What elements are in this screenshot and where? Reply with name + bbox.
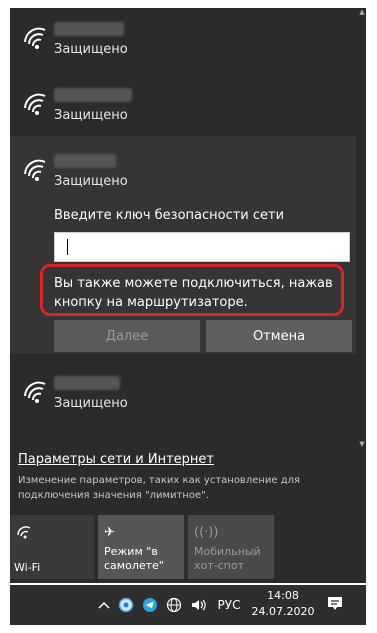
network-item[interactable]: Защищено <box>10 22 356 66</box>
text-caret <box>67 239 68 255</box>
airplane-icon: ✈ <box>104 525 115 540</box>
wifi-toggle-tile[interactable]: Wi-Fi <box>10 515 94 579</box>
network-item-expanded: Защищено Введите ключ безопасности сети … <box>10 136 356 354</box>
security-key-label: Введите ключ безопасности сети <box>54 208 285 223</box>
clock-date: 24.07.2020 <box>251 605 315 618</box>
network-status: Защищено <box>54 396 128 411</box>
airplane-tile-label: Режим "в самолете" <box>104 545 164 572</box>
clock[interactable]: 14:08 24.07.2020 <box>248 588 318 620</box>
wifi-tile-label: Wi-Fi <box>14 561 41 574</box>
network-item-header[interactable]: Защищено <box>10 154 356 198</box>
network-name-redacted <box>54 154 116 168</box>
cancel-button[interactable]: Отмена <box>206 320 352 352</box>
network-status: Защищено <box>54 108 128 123</box>
network-item[interactable]: Защищено <box>10 88 356 132</box>
network-item[interactable]: Защищено <box>10 376 356 420</box>
globe-icon[interactable] <box>164 585 184 625</box>
hotspot-icon: ((·)) <box>194 525 219 540</box>
clock-time: 14:08 <box>267 589 299 602</box>
network-status: Защищено <box>54 42 128 57</box>
network-name-redacted <box>54 22 124 36</box>
wifi-signal-icon <box>24 93 46 115</box>
network-settings-description: Изменение параметров, таких как установл… <box>18 475 301 501</box>
security-key-input[interactable] <box>54 232 350 262</box>
scrollbar[interactable]: ▲ ▼ <box>358 8 366 448</box>
network-app-icon[interactable] <box>116 585 136 625</box>
hotspot-tile-label: Мобильный хот-спот <box>194 545 261 572</box>
network-flyout: ▲ ▼ Защищено Защищено Защищено Введите к… <box>10 8 366 583</box>
network-status: Защищено <box>54 174 128 189</box>
scroll-down-arrow-icon[interactable]: ▼ <box>358 440 366 448</box>
wifi-signal-icon <box>24 381 46 403</box>
wifi-signal-icon <box>24 159 46 181</box>
network-name-redacted <box>54 376 120 390</box>
chevron-up-icon[interactable] <box>94 585 114 625</box>
wifi-icon <box>17 526 31 539</box>
router-button-hint: Вы также можете подключиться, нажав кноп… <box>54 276 333 310</box>
taskbar: РУС 14:08 24.07.2020 <box>10 585 366 625</box>
wifi-signal-icon <box>24 27 46 49</box>
airplane-mode-tile[interactable]: ✈ Режим "в самолете" <box>98 515 184 579</box>
mobile-hotspot-tile[interactable]: ((·)) Мобильный хот-спот <box>188 515 274 579</box>
network-name-redacted <box>54 88 132 102</box>
next-button[interactable]: Далее <box>54 320 200 352</box>
telegram-icon[interactable] <box>140 585 160 625</box>
scroll-up-arrow-icon[interactable]: ▲ <box>358 8 366 16</box>
network-settings-link[interactable]: Параметры сети и Интернет <box>18 452 214 467</box>
notifications-icon[interactable] <box>324 593 346 615</box>
volume-icon[interactable] <box>188 585 210 625</box>
language-indicator[interactable]: РУС <box>214 585 244 625</box>
